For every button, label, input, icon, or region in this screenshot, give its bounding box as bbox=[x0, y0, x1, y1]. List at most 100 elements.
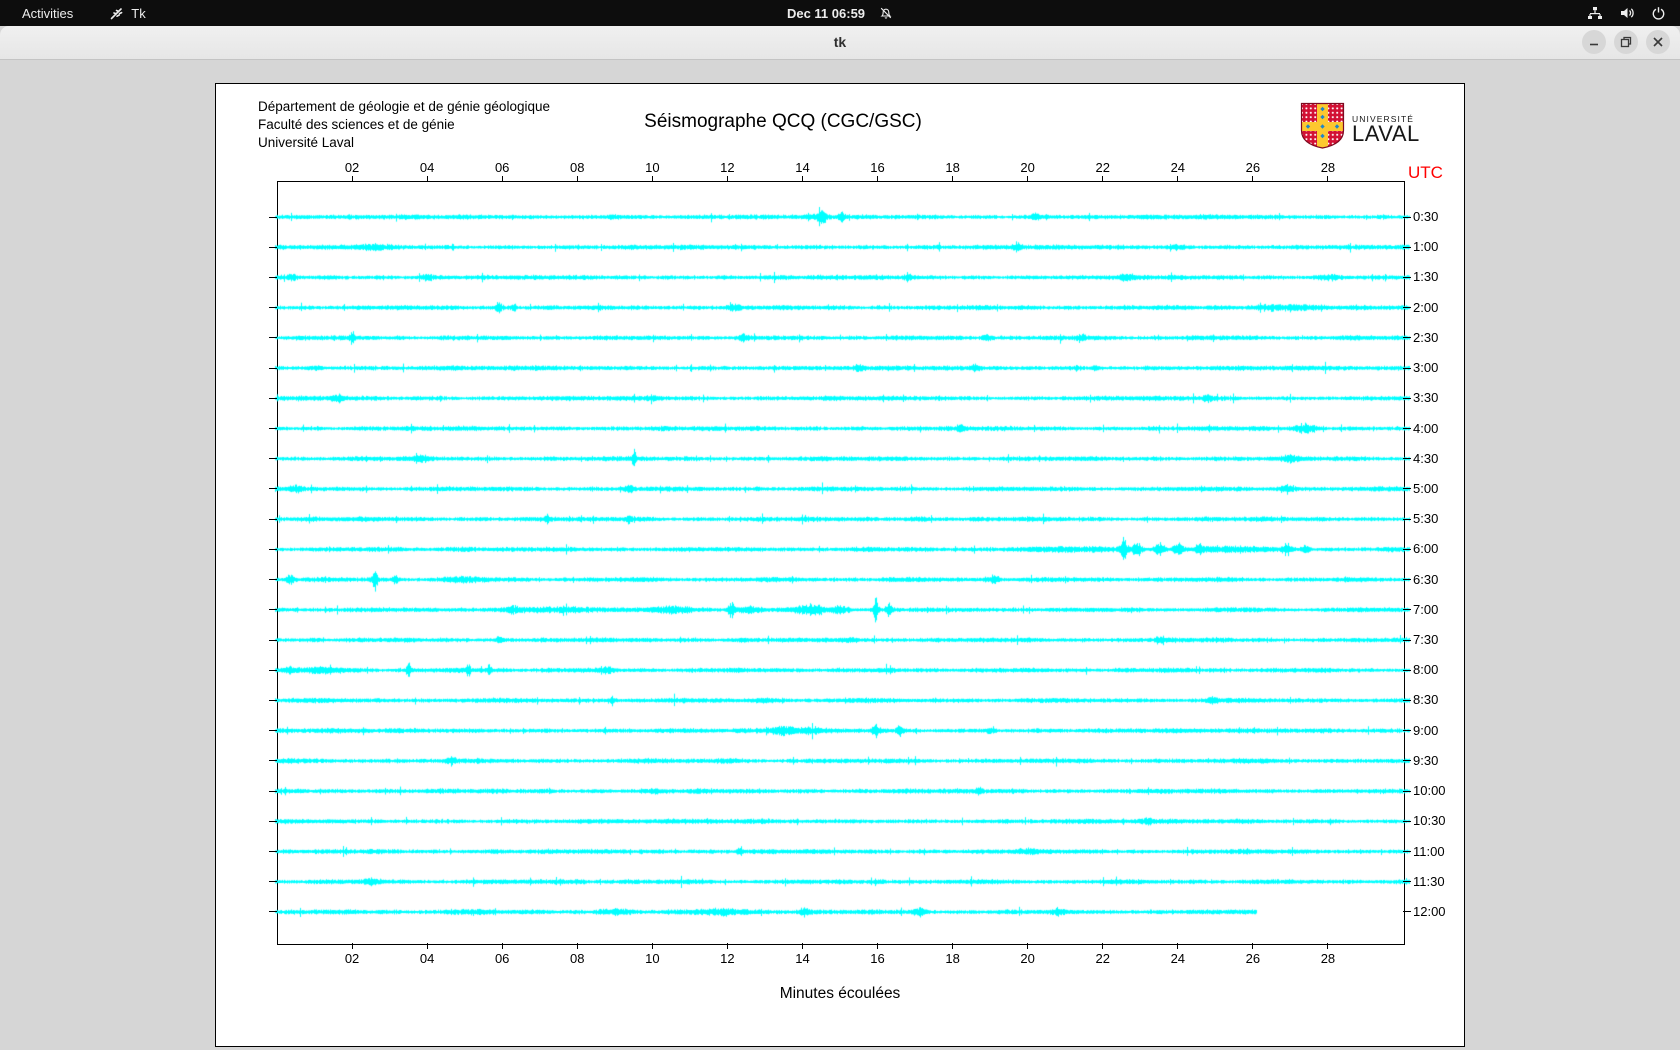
row-time-label: 10:30 bbox=[1413, 813, 1446, 829]
x-tick-top bbox=[351, 176, 353, 181]
x-tick-top bbox=[1027, 176, 1029, 181]
x-tick-bottom bbox=[1102, 943, 1104, 949]
row-tick-left bbox=[269, 367, 277, 369]
row-time-label: 6:00 bbox=[1413, 541, 1439, 557]
x-tick-bottom bbox=[1027, 943, 1029, 949]
laval-shield-icon bbox=[1300, 102, 1345, 155]
x-tick-label-bottom: 10 bbox=[645, 951, 660, 966]
x-tick-label-bottom: 28 bbox=[1320, 951, 1336, 966]
x-tick-label-bottom: 08 bbox=[570, 951, 585, 966]
row-time-label: 1:30 bbox=[1413, 269, 1439, 285]
x-tick-top bbox=[801, 176, 803, 181]
x-tick-bottom bbox=[952, 943, 954, 949]
x-tick-label-bottom: 04 bbox=[419, 951, 435, 966]
row-time-label: 11:30 bbox=[1413, 873, 1445, 889]
maximize-button[interactable] bbox=[1614, 30, 1638, 54]
row-tick-right bbox=[1403, 518, 1411, 520]
institution-line-1: Département de géologie et de génie géol… bbox=[258, 99, 550, 114]
x-tick-label-top: 20 bbox=[1020, 160, 1035, 175]
row-tick-left bbox=[269, 488, 277, 490]
row-tick-left bbox=[269, 579, 277, 581]
x-tick-label-top: 16 bbox=[870, 160, 885, 175]
x-tick-label-top: 02 bbox=[344, 160, 360, 175]
x-tick-top bbox=[726, 176, 728, 181]
row-tick-left bbox=[269, 609, 277, 611]
x-tick-label-top: 22 bbox=[1095, 160, 1110, 175]
x-tick-label-top: 04 bbox=[419, 160, 435, 175]
row-time-label: 2:00 bbox=[1413, 299, 1439, 315]
row-time-label: 7:00 bbox=[1413, 601, 1439, 617]
x-tick-label-top: 10 bbox=[645, 160, 660, 175]
volume-icon bbox=[1619, 5, 1635, 21]
x-tick-label-top: 12 bbox=[720, 160, 735, 175]
x-tick-bottom bbox=[801, 943, 803, 949]
row-tick-left bbox=[269, 518, 277, 520]
x-tick-label-top: 08 bbox=[570, 160, 585, 175]
logo-text-large: LAVAL bbox=[1352, 120, 1420, 146]
row-tick-left bbox=[269, 851, 277, 853]
row-tick-right bbox=[1403, 639, 1411, 641]
tk-window-content: Département de géologie et de génie géol… bbox=[0, 60, 1680, 1050]
row-tick-right bbox=[1403, 458, 1411, 460]
notifications-disabled-icon bbox=[879, 6, 893, 20]
row-time-label: 0:30 bbox=[1413, 209, 1439, 224]
row-time-label: 9:30 bbox=[1413, 752, 1439, 768]
row-time-label: 11:00 bbox=[1413, 843, 1445, 859]
x-tick-top bbox=[651, 176, 653, 181]
x-tick-top bbox=[1327, 176, 1329, 181]
row-time-label: 6:30 bbox=[1413, 571, 1439, 587]
x-tick-label-top: 28 bbox=[1320, 160, 1336, 175]
x-tick-label-top: 26 bbox=[1245, 160, 1261, 175]
x-tick-top bbox=[877, 176, 879, 181]
row-time-label: 4:00 bbox=[1413, 420, 1439, 436]
row-tick-right bbox=[1403, 790, 1411, 792]
x-tick-top bbox=[501, 176, 503, 181]
seismograph-panel: Département de géologie et de génie géol… bbox=[215, 83, 1465, 1047]
row-tick-left bbox=[269, 911, 277, 913]
x-tick-top bbox=[952, 176, 954, 181]
row-time-label: 10:00 bbox=[1413, 783, 1446, 799]
app-menu-label: Tk bbox=[131, 5, 146, 21]
row-tick-right bbox=[1403, 548, 1411, 550]
x-axis-title: Minutes écoulées bbox=[779, 985, 901, 1002]
row-time-label: 5:30 bbox=[1413, 511, 1439, 527]
row-tick-right bbox=[1403, 579, 1411, 581]
row-tick-left bbox=[269, 307, 277, 309]
row-tick-left bbox=[269, 881, 277, 883]
x-tick-top bbox=[576, 176, 578, 181]
gnome-top-bar: Activities Tk Dec 11 06:59 bbox=[0, 0, 1680, 26]
system-status-menu[interactable] bbox=[1587, 5, 1666, 21]
row-tick-left bbox=[269, 458, 277, 460]
row-time-label: 5:00 bbox=[1413, 480, 1439, 496]
x-tick-label-top: 24 bbox=[1170, 160, 1186, 175]
minimize-button[interactable] bbox=[1582, 30, 1606, 54]
clock-menu[interactable]: Dec 11 06:59 bbox=[787, 6, 893, 21]
row-tick-right bbox=[1403, 881, 1411, 883]
row-tick-left bbox=[269, 337, 277, 339]
x-tick-bottom bbox=[426, 943, 428, 949]
window-title-bar[interactable]: tk bbox=[0, 26, 1680, 60]
row-tick-left bbox=[269, 276, 277, 278]
row-time-label: 3:00 bbox=[1413, 360, 1439, 376]
x-tick-top bbox=[1177, 176, 1179, 181]
x-tick-bottom bbox=[351, 943, 353, 949]
row-tick-right bbox=[1403, 337, 1411, 339]
row-time-label: 8:00 bbox=[1413, 662, 1439, 678]
x-tick-label-bottom: 20 bbox=[1020, 951, 1035, 966]
row-tick-right bbox=[1403, 216, 1411, 218]
plot-frame bbox=[277, 181, 1405, 945]
x-tick-label-top: 06 bbox=[494, 160, 510, 175]
x-tick-label-bottom: 16 bbox=[870, 951, 885, 966]
row-time-label: 2:30 bbox=[1413, 329, 1439, 345]
app-menu[interactable]: Tk bbox=[109, 5, 146, 21]
close-button[interactable] bbox=[1646, 30, 1670, 54]
institution-header: Département de géologie et de génie géol… bbox=[258, 98, 550, 151]
row-time-label: 9:00 bbox=[1413, 722, 1439, 738]
row-time-label: 4:30 bbox=[1413, 450, 1439, 466]
row-tick-right bbox=[1403, 428, 1411, 430]
activities-button[interactable]: Activities bbox=[16, 4, 79, 23]
row-tick-left bbox=[269, 790, 277, 792]
row-tick-left bbox=[269, 548, 277, 550]
row-tick-right bbox=[1403, 276, 1411, 278]
x-tick-bottom bbox=[726, 943, 728, 949]
